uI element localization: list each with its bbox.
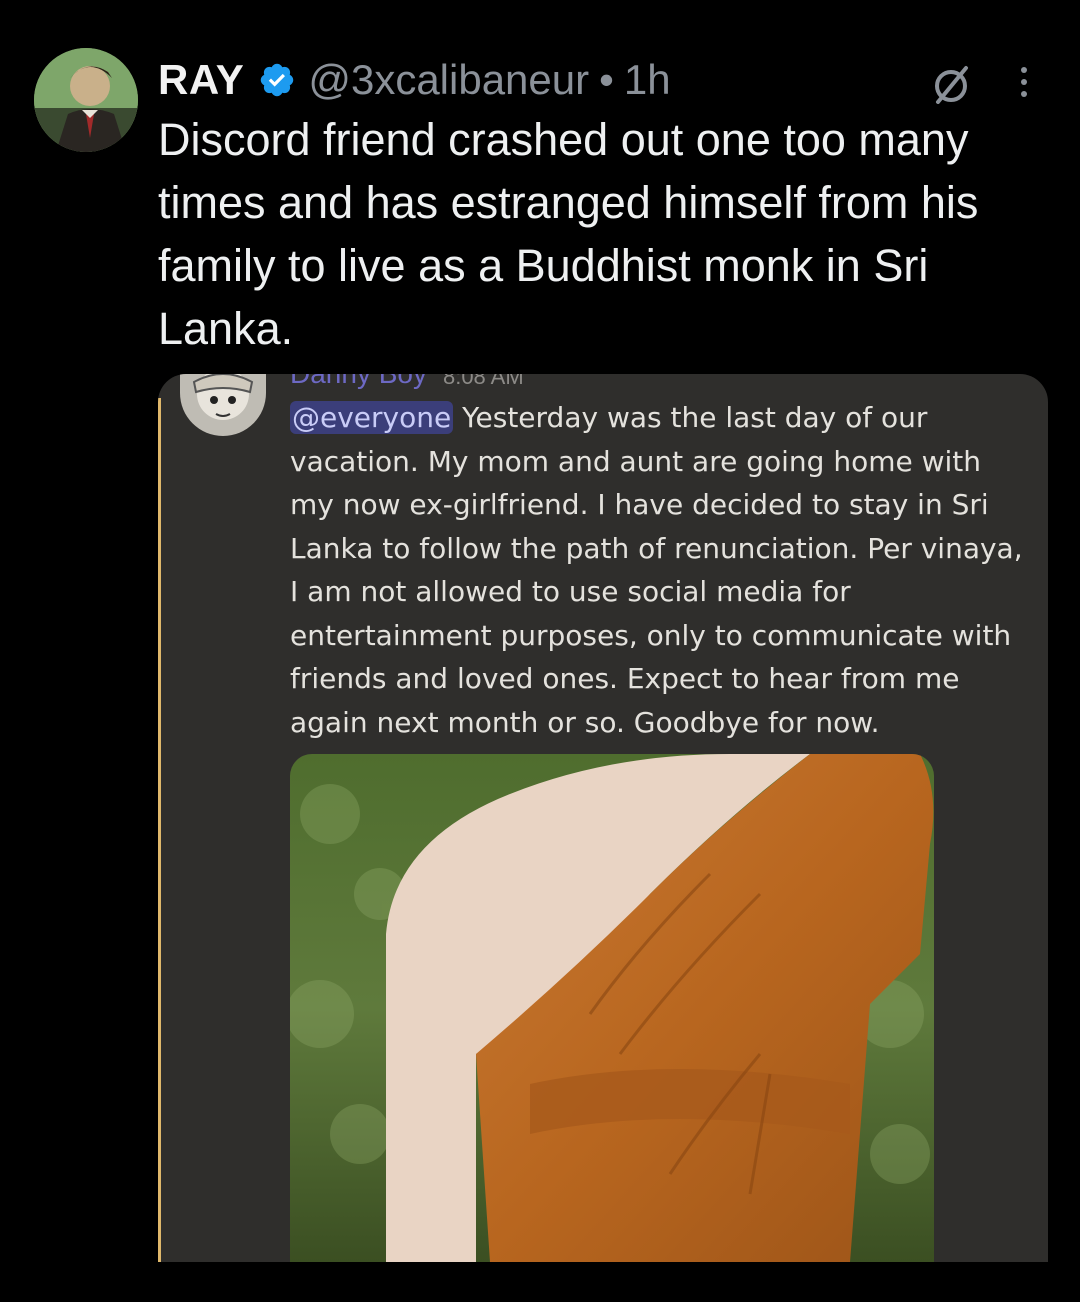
attached-discord-screenshot[interactable]: Danny Boy 8:08 AM @everyone Yesterday wa… [158, 374, 1048, 1262]
author-name[interactable]: RAY [158, 52, 244, 108]
discord-message: @everyone Yesterday was the last day of … [290, 396, 1030, 744]
discord-avatar-image [180, 374, 266, 436]
discord-message-header: Danny Boy 8:08 AM [290, 374, 524, 390]
discord-timestamp: 8:08 AM [442, 374, 524, 389]
everyone-mention[interactable]: @everyone [290, 401, 454, 434]
separator-dot: • [599, 56, 614, 103]
author-handle[interactable]: @3xcalibaneur [308, 52, 589, 108]
mention-highlight-bar [158, 398, 161, 1262]
grok-icon[interactable] [930, 64, 972, 104]
avatar-image [34, 48, 138, 152]
author-avatar[interactable] [34, 48, 138, 152]
discord-avatar [180, 374, 266, 436]
more-options-icon[interactable] [1018, 62, 1030, 102]
discord-message-body: Yesterday was the last day of our vacati… [290, 401, 1023, 739]
verified-badge-icon [261, 63, 294, 97]
monk-robe-image [290, 754, 934, 1262]
tweet-timestamp[interactable]: 1h [624, 52, 671, 108]
tweet-header: RAY @3xcalibaneur • 1h [158, 52, 1038, 108]
monk-robe-photo[interactable] [290, 754, 934, 1262]
discord-username[interactable]: Danny Boy [290, 374, 427, 390]
tweet-text: Discord friend crashed out one too many … [158, 114, 979, 354]
